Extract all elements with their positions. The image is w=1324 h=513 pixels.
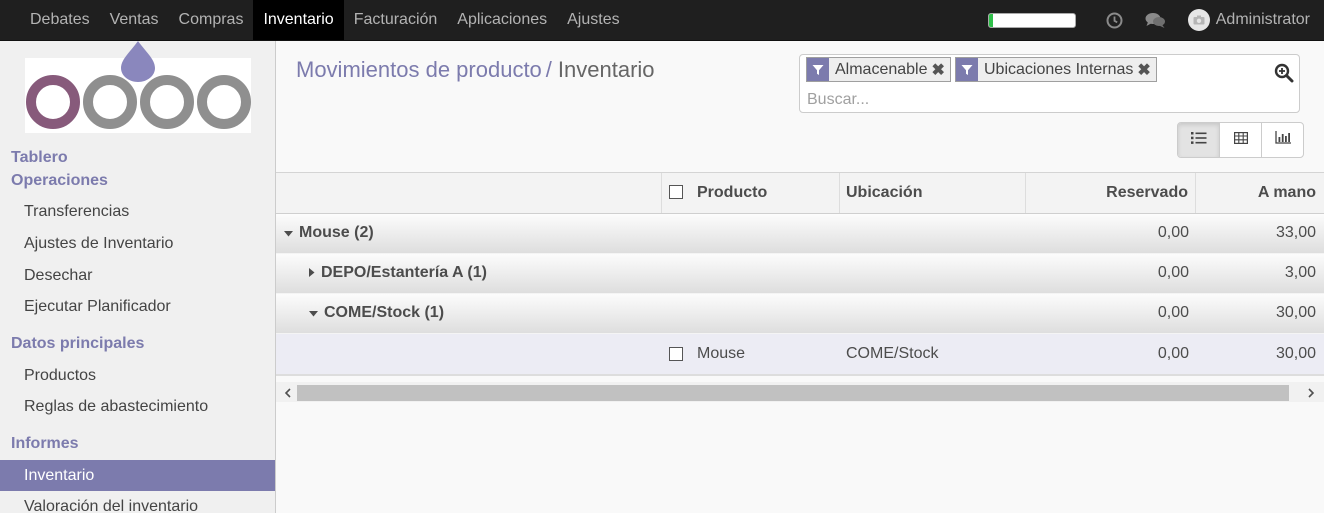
menu-ajustes[interactable]: Ajustes — [557, 0, 629, 40]
sidebar: Tablero Operaciones Transferencias Ajust… — [0, 41, 276, 513]
sidebar-item-valoracion-inventario[interactable]: Valoración del inventario — [0, 491, 275, 513]
search-box[interactable]: Almacenable ✖ Ubicaciones Internas ✖ Bus… — [799, 54, 1300, 113]
menu-inventario[interactable]: Inventario — [253, 0, 344, 40]
table-header: Producto Ubicación Reservado A mano — [276, 172, 1324, 214]
column-header-ubicacion[interactable]: Ubicación — [846, 173, 922, 213]
column-separator — [1025, 173, 1026, 213]
sidebar-heading-informes: Informes — [11, 435, 79, 452]
scroll-left-arrow-icon[interactable] — [279, 385, 295, 401]
breadcrumb-separator: / — [545, 57, 552, 82]
sidebar-item-desechar[interactable]: Desechar — [0, 260, 275, 291]
menu-debates[interactable]: Debates — [20, 0, 100, 40]
pivot-view-button[interactable] — [1220, 123, 1262, 157]
odoo-logo-image — [25, 41, 251, 133]
select-all-checkbox[interactable] — [669, 185, 683, 199]
user-avatar[interactable] — [1187, 9, 1210, 31]
sidebar-item-reglas-abastecimiento[interactable]: Reglas de abastecimiento — [0, 391, 275, 422]
filter-icon — [956, 58, 978, 81]
group-name: COME/Stock (1) — [324, 304, 445, 321]
breadcrumb-parent-link[interactable]: Movimientos de producto — [296, 57, 542, 82]
group-a-mano: 30,00 — [1275, 304, 1316, 321]
group-row-come-stock[interactable]: COME/Stock (1) 0,00 30,00 — [276, 294, 1324, 334]
group-label: DEPO/Estantería A (1) — [309, 254, 487, 292]
facet-remove-icon[interactable]: ✖ — [1137, 60, 1155, 80]
group-label: COME/Stock (1) — [309, 294, 444, 332]
facet-label: Almacenable — [835, 60, 928, 78]
planner-progress-bar[interactable] — [987, 12, 1076, 28]
view-switcher — [1177, 122, 1304, 158]
column-header-reservado[interactable]: Reservado — [1032, 173, 1188, 213]
row-a-mano: 30,00 — [1275, 345, 1316, 362]
scrollbar-thumb[interactable] — [297, 385, 1289, 401]
list-icon — [1190, 131, 1207, 149]
caret-down-icon — [309, 294, 318, 332]
row-producto: Mouse — [697, 345, 746, 362]
menu-aplicaciones[interactable]: Aplicaciones — [447, 0, 557, 40]
menu-facturacion[interactable]: Facturación — [344, 0, 448, 40]
scroll-right-arrow-icon[interactable] — [1303, 385, 1319, 401]
user-name[interactable]: Administrator — [1216, 11, 1310, 29]
sidebar-item-inventario[interactable]: Inventario — [0, 460, 275, 491]
column-separator — [839, 173, 840, 213]
search-options-magnifier-icon[interactable] — [1274, 63, 1294, 88]
sidebar-item-ejecutar-planificador[interactable]: Ejecutar Planificador — [0, 291, 275, 322]
stock-table: Producto Ubicación Reservado A mano Mous… — [276, 172, 1324, 376]
sidebar-item-transferencias[interactable]: Transferencias — [0, 196, 275, 227]
search-facet-ubicaciones-internas: Ubicaciones Internas ✖ — [955, 57, 1157, 82]
caret-down-icon — [284, 214, 293, 252]
bar-chart-icon — [1274, 131, 1291, 149]
group-row-depo-estanteria-a[interactable]: DEPO/Estantería A (1) 0,00 3,00 — [276, 254, 1324, 294]
menu-compras[interactable]: Compras — [169, 0, 254, 40]
group-a-mano: 33,00 — [1275, 224, 1316, 241]
facet-remove-icon[interactable]: ✖ — [932, 60, 950, 80]
row-reservado: 0,00 — [1157, 345, 1189, 362]
sidebar-heading-datos-principales: Datos principales — [11, 335, 145, 352]
sidebar-item-productos[interactable]: Productos — [0, 360, 275, 391]
group-name: DEPO/Estantería A (1) — [321, 264, 487, 281]
top-navbar: Debates Ventas Compras Inventario Factur… — [0, 0, 1324, 41]
table-row[interactable]: Mouse COME/Stock 0,00 30,00 — [276, 334, 1324, 376]
breadcrumb: Movimientos de producto / Inventario — [296, 57, 655, 83]
group-reservado: 0,00 — [1157, 304, 1189, 321]
main-menu: Debates Ventas Compras Inventario Factur… — [20, 0, 630, 40]
filter-icon — [807, 58, 829, 81]
group-name: Mouse (2) — [299, 224, 374, 241]
sidebar-item-ajustes-inventario[interactable]: Ajustes de Inventario — [0, 228, 275, 259]
column-separator — [1195, 173, 1196, 213]
horizontal-scrollbar[interactable] — [276, 382, 1324, 402]
column-header-a-mano[interactable]: A mano — [1202, 173, 1316, 213]
chat-bubbles-icon[interactable] — [1145, 12, 1166, 29]
menu-ventas[interactable]: Ventas — [100, 0, 169, 40]
clock-icon[interactable] — [1106, 12, 1123, 29]
topbar-right: Administrator — [987, 0, 1310, 40]
sidebar-heading-operaciones: Operaciones — [11, 172, 108, 189]
sidebar-heading-tablero[interactable]: Tablero — [11, 149, 68, 167]
breadcrumb-current: Inventario — [557, 57, 655, 82]
progress-fill — [988, 13, 994, 27]
search-facet-almacenable: Almacenable ✖ — [806, 57, 951, 82]
graph-view-button[interactable] — [1262, 123, 1303, 157]
row-ubicacion: COME/Stock — [846, 345, 939, 362]
caret-right-icon — [309, 254, 315, 292]
list-view-button[interactable] — [1178, 123, 1220, 157]
group-label: Mouse (2) — [284, 214, 374, 252]
search-input[interactable]: Buscar... — [807, 91, 869, 109]
facet-label: Ubicaciones Internas — [984, 60, 1134, 78]
group-reservado: 0,00 — [1157, 264, 1189, 281]
group-reservado: 0,00 — [1157, 224, 1189, 241]
column-header-producto[interactable]: Producto — [697, 173, 767, 213]
odoo-logo[interactable] — [25, 41, 251, 133]
group-a-mano: 3,00 — [1284, 264, 1316, 281]
main-content: Movimientos de producto / Inventario Almac… — [276, 41, 1324, 513]
column-separator — [661, 173, 662, 213]
group-row-mouse[interactable]: Mouse (2) 0,00 33,00 — [276, 214, 1324, 254]
table-grid-icon — [1233, 131, 1248, 149]
row-checkbox[interactable] — [669, 347, 683, 361]
